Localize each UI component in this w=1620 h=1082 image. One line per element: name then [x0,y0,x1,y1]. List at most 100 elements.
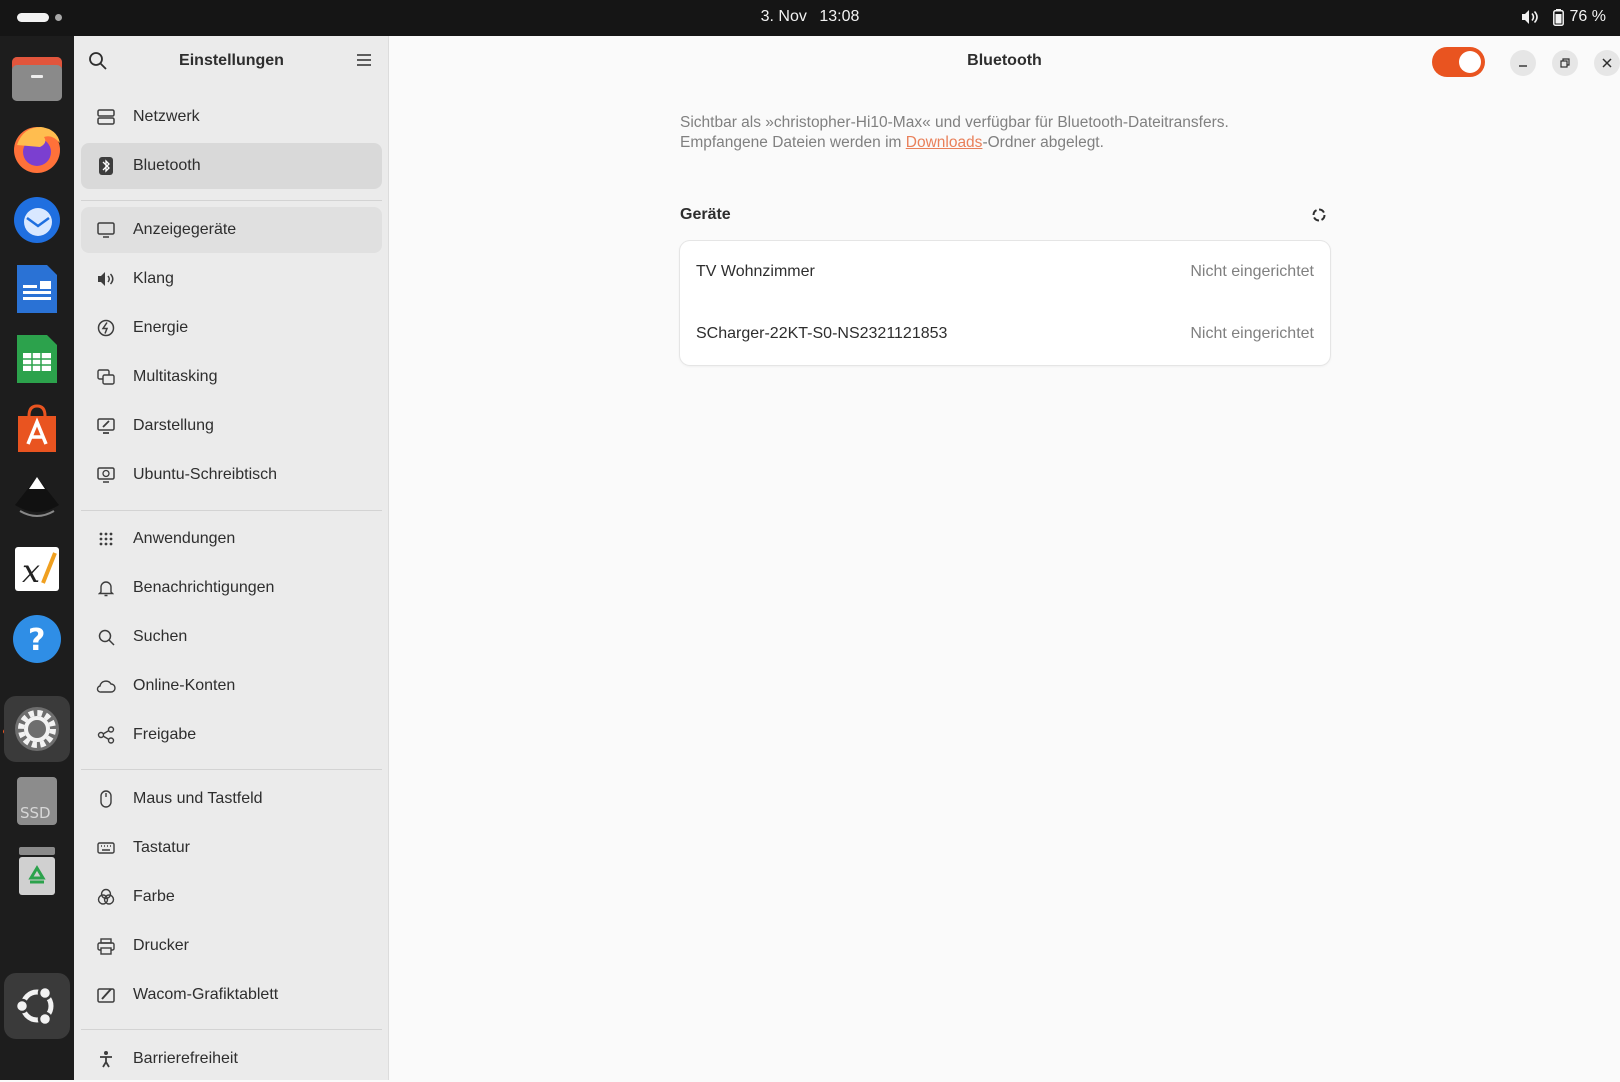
sidebar-item-label: Bluetooth [133,157,201,174]
minimize-button[interactable] [1510,50,1536,76]
sidebar-item-bluetooth[interactable]: Bluetooth [81,143,382,189]
sidebar-item-label: Energie [133,319,189,336]
dock-app-thunderbird[interactable] [9,191,65,247]
cloud-icon [95,675,117,697]
sidebar-item-freigabe[interactable]: Freigabe [81,712,382,758]
description-line-2: Empfangene Dateien werden im Downloads-O… [680,133,1229,153]
sidebar-item-anwendungen[interactable]: Anwendungen [81,516,382,562]
sidebar-item-label: Multitasking [133,368,218,385]
dock-app-show-apps[interactable] [4,973,70,1039]
sidebar-item-drucker[interactable]: Drucker [81,923,382,969]
sidebar-item-label: Klang [133,270,174,287]
dock-app-writer[interactable] [9,261,65,317]
ssd-drive-icon: SSD [17,777,57,825]
help-icon: ? [13,615,61,663]
appearance-icon [95,415,117,437]
sidebar-item-multitasking[interactable]: Multitasking [81,354,382,400]
dock-app-trash[interactable] [9,843,65,899]
sidebar-item-label: Freigabe [133,726,197,743]
top-bar: 3. Nov 13:08 76 % [0,0,1620,36]
sidebar-item-label: Anwendungen [133,530,236,547]
visibility-description: Sichtbar als »christopher-Hi10-Max« und … [680,113,1229,153]
system-tray[interactable]: 76 % [1521,8,1606,26]
restore-icon [1560,58,1570,68]
keyboard-icon [95,837,117,859]
dock-app-app-center[interactable] [9,401,65,457]
close-icon [1602,58,1612,68]
sidebar-item-farbe[interactable]: Farbe [81,874,382,920]
device-name: SCharger-22KT-S0-NS2321121853 [696,325,948,342]
volume-indicator[interactable] [1521,9,1539,25]
loading-spinner-icon [1312,208,1326,222]
sidebar-item-label: Maus und Tastfeld [133,790,263,807]
time-label: 13:08 [819,8,860,25]
search-icon [95,626,117,648]
firefox-icon [14,127,60,173]
sidebar-item-label: Barrierefreiheit [133,1050,238,1067]
device-name: TV Wohnzimmer [696,263,815,280]
libreoffice-calc-icon [17,335,57,383]
device-status: Nicht eingerichtet [1190,325,1314,342]
bell-icon [95,577,117,599]
clock[interactable]: 3. Nov 13:08 [0,8,1620,26]
settings-sidebar: Einstellungen Netzwerk Bluetooth Anzeige… [74,36,389,1080]
libreoffice-writer-icon [17,265,57,313]
dock-app-calc[interactable] [9,331,65,387]
close-button[interactable] [1594,50,1620,76]
dock-app-firefox[interactable] [9,121,65,177]
device-row[interactable]: SCharger-22KT-S0-NS2321121853 Nicht eing… [680,303,1330,365]
sidebar-separator [81,1029,382,1030]
devices-list: TV Wohnzimmer Nicht eingerichtet SCharge… [680,241,1330,365]
sidebar-item-maus-und-tastfeld[interactable]: Maus und Tastfeld [81,776,382,822]
settings-icon [15,707,59,751]
sidebar-item-barrierefreiheit[interactable]: Barrierefreiheit [81,1036,382,1082]
accessibility-icon [95,1048,117,1070]
sidebar-item-suchen[interactable]: Suchen [81,614,382,660]
hamburger-menu-icon[interactable] [356,52,372,68]
sidebar-item-wacom-grafiktablett[interactable]: Wacom-Grafiktablett [81,972,382,1018]
downloads-link[interactable]: Downloads [906,134,983,151]
dock-app-ssd[interactable]: SSD [9,773,65,829]
ssd-label: SSD [20,804,51,822]
sidebar-item-benachrichtigungen[interactable]: Benachrichtigungen [81,565,382,611]
dock-app-files[interactable] [9,51,65,107]
thunderbird-icon [14,197,60,243]
maximize-button[interactable] [1552,50,1578,76]
sidebar-item-label: Drucker [133,937,190,954]
sidebar-header: Einstellungen [74,36,388,88]
description-line-1: Sichtbar als »christopher-Hi10-Max« und … [680,114,1229,131]
dock-app-settings[interactable] [4,696,70,762]
sidebar-separator [81,510,382,511]
minimize-icon [1519,65,1527,67]
sidebar-item-energie[interactable]: Energie [81,305,382,351]
sidebar-item-tastatur[interactable]: Tastatur [81,825,382,871]
sidebar-item-netzwerk[interactable]: Netzwerk [81,94,382,140]
apps-grid-icon [95,528,117,550]
tablet-icon [95,984,117,1006]
inkscape-icon [15,477,59,517]
sidebar-item-anzeigegeraete[interactable]: Anzeigegeräte [81,207,382,253]
sidebar-item-label: Anzeigegeräte [133,221,237,238]
date-label: 3. Nov [760,8,807,25]
dock-app-xournal[interactable]: x [9,541,65,597]
sidebar-item-label: Ubuntu-Schreibtisch [133,466,278,483]
trash-icon [19,847,55,895]
sidebar-item-ubuntu-schreibtisch[interactable]: Ubuntu-Schreibtisch [81,452,382,498]
devices-heading: Geräte [680,206,731,223]
device-status: Nicht eingerichtet [1190,263,1314,280]
sidebar-item-label: Darstellung [133,417,214,434]
mouse-icon [95,788,117,810]
battery-indicator[interactable]: 76 % [1552,8,1606,26]
dock-app-inkscape[interactable] [9,471,65,527]
sidebar-item-darstellung[interactable]: Darstellung [81,403,382,449]
ubuntu-icon [14,985,54,1027]
xournal-icon: x [15,547,59,591]
battery-icon [1552,8,1564,26]
device-row[interactable]: TV Wohnzimmer Nicht eingerichtet [680,241,1330,303]
bluetooth-toggle[interactable] [1432,47,1485,77]
sidebar-item-label: Farbe [133,888,175,905]
dock-app-help[interactable]: ? [9,611,65,667]
sidebar-item-online-konten[interactable]: Online-Konten [81,663,382,709]
printer-icon [95,935,117,957]
sidebar-item-klang[interactable]: Klang [81,256,382,302]
